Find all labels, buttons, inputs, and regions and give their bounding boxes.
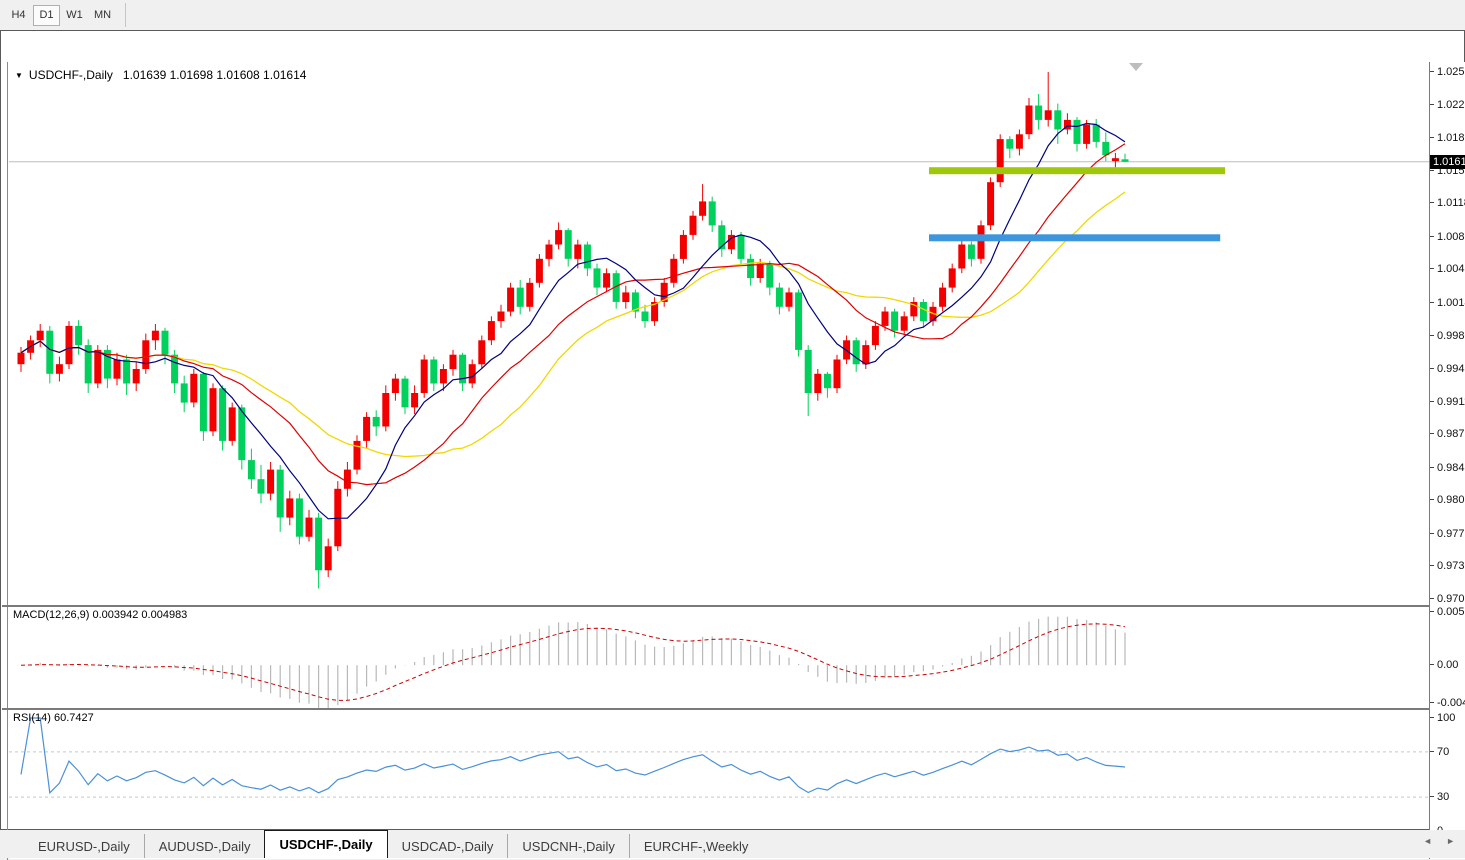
chart-symbol-label: USDCHF-,Daily — [29, 68, 113, 82]
price-axis-label: 1.02550 — [1430, 66, 1465, 78]
timeframe-toolbar: H4 D1 W1 MN — [0, 0, 1465, 30]
rsi-axis-label: 30 — [1430, 791, 1449, 803]
price-axis-label: 1.02210 — [1430, 99, 1465, 111]
chart-window: MACD(12,26,9) 0.003942 0.004983 RSI(14) … — [0, 30, 1465, 830]
current-price-label: 1.01614 — [1430, 155, 1465, 169]
rsi-indicator-name: RSI(14) — [13, 712, 51, 724]
tab-eurusd-daily[interactable]: EURUSD-,Daily — [24, 834, 144, 858]
macd-values: 0.003942 0.004983 — [92, 609, 187, 621]
tab-eurchf-weekly[interactable]: EURCHF-,Weekly — [629, 834, 763, 858]
tab-scroll-left-icon[interactable]: ◄ — [1423, 836, 1432, 846]
tab-audusd-daily[interactable]: AUDUSD-,Daily — [144, 834, 265, 858]
price-axis-label: 1.01180 — [1430, 197, 1465, 209]
tab-usdcad-daily[interactable]: USDCAD-,Daily — [388, 834, 508, 858]
price-axis-label: 1.00830 — [1430, 231, 1465, 243]
price-axis-label: 0.98080 — [1430, 494, 1465, 506]
rsi-label: RSI(14) 60.7427 — [13, 712, 94, 724]
macd-axis-label: 0.00 — [1430, 659, 1458, 671]
toolbar-separator — [125, 3, 126, 27]
rsi-axis-label: 70 — [1430, 746, 1449, 758]
chart-tab-bar: EURUSD-,Daily AUDUSD-,Daily USDCHF-,Dail… — [0, 830, 1465, 858]
rsi-panel[interactable]: RSI(14) 60.7427 — [9, 710, 1429, 836]
timeframe-d1-button[interactable]: D1 — [33, 5, 60, 26]
price-axis-label: 0.97730 — [1430, 528, 1465, 540]
price-chart-panel[interactable] — [9, 63, 1429, 605]
price-axis-label: 0.98770 — [1430, 428, 1465, 440]
rsi-value: 60.7427 — [54, 712, 94, 724]
macd-indicator-name: MACD(12,26,9) — [13, 609, 89, 621]
chart-title: ▼ USDCHF-,Daily 1.01639 1.01698 1.01608 … — [15, 68, 306, 82]
macd-label: MACD(12,26,9) 0.003942 0.004983 — [13, 609, 187, 621]
macd-chart[interactable] — [9, 607, 1429, 708]
price-axis-label: 0.97390 — [1430, 560, 1465, 572]
tab-usdchf-daily[interactable]: USDCHF-,Daily — [264, 830, 387, 858]
price-axis-label: 0.99800 — [1430, 330, 1465, 342]
tab-usdcnh-daily[interactable]: USDCNH-,Daily — [507, 834, 628, 858]
macd-panel[interactable]: MACD(12,26,9) 0.003942 0.004983 — [9, 607, 1429, 708]
price-axis[interactable]: 1.025501.022101.018601.015201.011801.008… — [1429, 62, 1465, 859]
rsi-axis-label: 100 — [1430, 712, 1455, 724]
macd-axis-label: 0.00597 — [1430, 606, 1465, 618]
price-axis-label: 1.00490 — [1430, 263, 1465, 275]
chart-ohlc-values: 1.01639 1.01698 1.01608 1.01614 — [123, 68, 307, 82]
macd-axis-label: -0.004243 — [1430, 697, 1465, 709]
price-axis-label: 0.97050 — [1430, 593, 1465, 605]
window-inner-edge — [7, 62, 8, 860]
rsi-chart[interactable] — [9, 710, 1429, 836]
tab-scroll-buttons: ◄ ► — [1423, 836, 1455, 846]
price-axis-label: 0.98420 — [1430, 462, 1465, 474]
price-axis-label: 1.01860 — [1430, 132, 1465, 144]
price-axis-label: 0.99450 — [1430, 363, 1465, 375]
price-axis-label: 0.99110 — [1430, 396, 1465, 408]
timeframe-w1-button[interactable]: W1 — [61, 5, 88, 26]
chart-shift-marker-icon[interactable] — [1129, 63, 1143, 71]
tab-scroll-right-icon[interactable]: ► — [1446, 836, 1455, 846]
candlestick-chart[interactable] — [9, 63, 1429, 605]
timeframe-mn-button[interactable]: MN — [89, 5, 116, 26]
price-axis-label: 1.00140 — [1430, 297, 1465, 309]
symbol-dropdown-icon[interactable]: ▼ — [15, 71, 23, 80]
timeframe-h4-button[interactable]: H4 — [5, 5, 32, 26]
